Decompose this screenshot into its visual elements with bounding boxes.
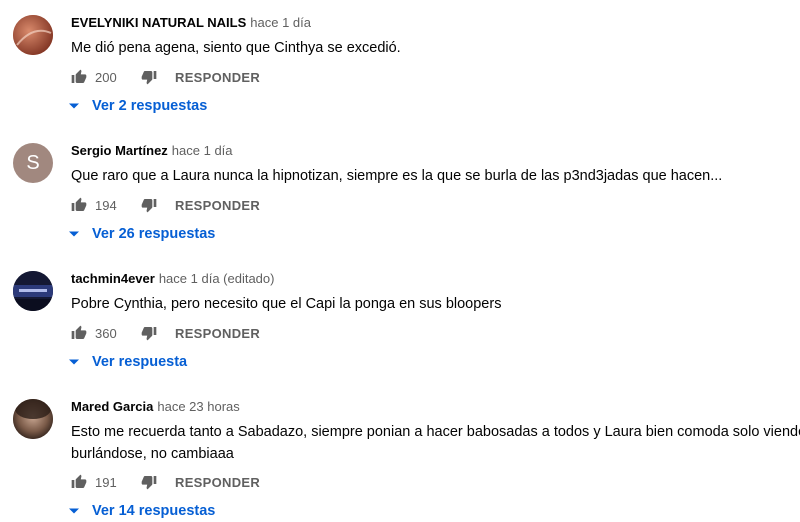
thumb-up-icon[interactable] xyxy=(71,474,87,490)
reply-button[interactable]: RESPONDER xyxy=(175,475,260,490)
comment-text: Esto me recuerda tanto a Sabadazo, siemp… xyxy=(71,421,800,465)
comment-header: tachmin4ever hace 1 día (editado) xyxy=(71,270,274,288)
comment-header: EVELYNIKI NATURAL NAILS hace 1 día xyxy=(71,14,311,32)
reply-button[interactable]: RESPONDER xyxy=(175,70,260,85)
comment-actions: 191 RESPONDER xyxy=(71,471,260,493)
thumb-down-icon[interactable] xyxy=(141,197,157,213)
view-replies-label: Ver 14 respuestas xyxy=(92,503,216,519)
thumb-up-icon[interactable] xyxy=(71,69,87,85)
thumb-up-icon[interactable] xyxy=(71,197,87,213)
like-count: 360 xyxy=(95,325,117,341)
thumb-up-icon[interactable] xyxy=(71,325,87,341)
chevron-down-icon xyxy=(69,231,79,237)
like-count: 200 xyxy=(95,69,117,85)
view-replies-button[interactable]: Ver 26 respuestas xyxy=(68,223,215,245)
comment-header: Mared Garcia hace 23 horas xyxy=(71,398,240,416)
like-count: 191 xyxy=(95,474,117,490)
comment-text-line: Me dió pena agena, siento que Cinthya se… xyxy=(71,40,401,56)
view-replies-label: Ver 26 respuestas xyxy=(92,226,216,242)
comment-actions: 200 RESPONDER xyxy=(71,66,260,88)
comment-timestamp[interactable]: hace 1 día (editado) xyxy=(159,271,275,286)
view-replies-label: Ver respuesta xyxy=(92,354,188,370)
comment-text: Me dió pena agena, siento que Cinthya se… xyxy=(71,37,800,59)
comment-header: Sergio Martínez hace 1 día xyxy=(71,142,233,160)
comment-text-line: Que raro que a Laura nunca la hipnotizan… xyxy=(71,168,723,184)
author-name[interactable]: Sergio Martínez xyxy=(71,143,168,158)
avatar-image-icon xyxy=(13,399,53,439)
reply-button[interactable]: RESPONDER xyxy=(175,198,260,213)
chevron-down-icon xyxy=(69,359,79,365)
comment-actions: 194 RESPONDER xyxy=(71,194,260,216)
view-replies-button[interactable]: Ver 14 respuestas xyxy=(68,500,215,522)
comment-text: Que raro que a Laura nunca la hipnotizan… xyxy=(71,165,800,187)
avatar[interactable] xyxy=(13,399,53,439)
comment-actions: 360 RESPONDER xyxy=(71,322,260,344)
thumb-down-icon[interactable] xyxy=(141,69,157,85)
chevron-down-icon xyxy=(69,103,79,109)
chevron-down-icon xyxy=(69,508,79,514)
author-name[interactable]: EVELYNIKI NATURAL NAILS xyxy=(71,15,246,30)
view-replies-button[interactable]: Ver respuesta xyxy=(68,351,187,373)
comment-text-line: burlándose, no cambiaaa xyxy=(71,446,234,462)
view-replies-label: Ver 2 respuestas xyxy=(92,98,208,114)
avatar-image-icon xyxy=(13,271,53,311)
thumb-down-icon[interactable] xyxy=(141,325,157,341)
like-count: 194 xyxy=(95,197,117,213)
reply-button[interactable]: RESPONDER xyxy=(175,326,260,341)
author-name[interactable]: Mared Garcia xyxy=(71,399,153,414)
avatar[interactable] xyxy=(13,15,53,55)
avatar[interactable]: S xyxy=(13,143,53,183)
comment-timestamp[interactable]: hace 23 horas xyxy=(157,399,239,414)
comment-text-line: Pobre Cynthia, pero necesito que el Capi… xyxy=(71,296,502,312)
comment-timestamp[interactable]: hace 1 día xyxy=(172,143,233,158)
author-name[interactable]: tachmin4ever xyxy=(71,271,155,286)
comment-timestamp[interactable]: hace 1 día xyxy=(250,15,311,30)
comment-text: Pobre Cynthia, pero necesito que el Capi… xyxy=(71,293,800,315)
avatar-letter: S xyxy=(26,151,40,174)
view-replies-button[interactable]: Ver 2 respuestas xyxy=(68,95,207,117)
thumb-down-icon[interactable] xyxy=(141,474,157,490)
avatar-image-icon xyxy=(13,15,53,55)
comment-text-line: Esto me recuerda tanto a Sabadazo, siemp… xyxy=(71,424,800,440)
avatar[interactable] xyxy=(13,271,53,311)
